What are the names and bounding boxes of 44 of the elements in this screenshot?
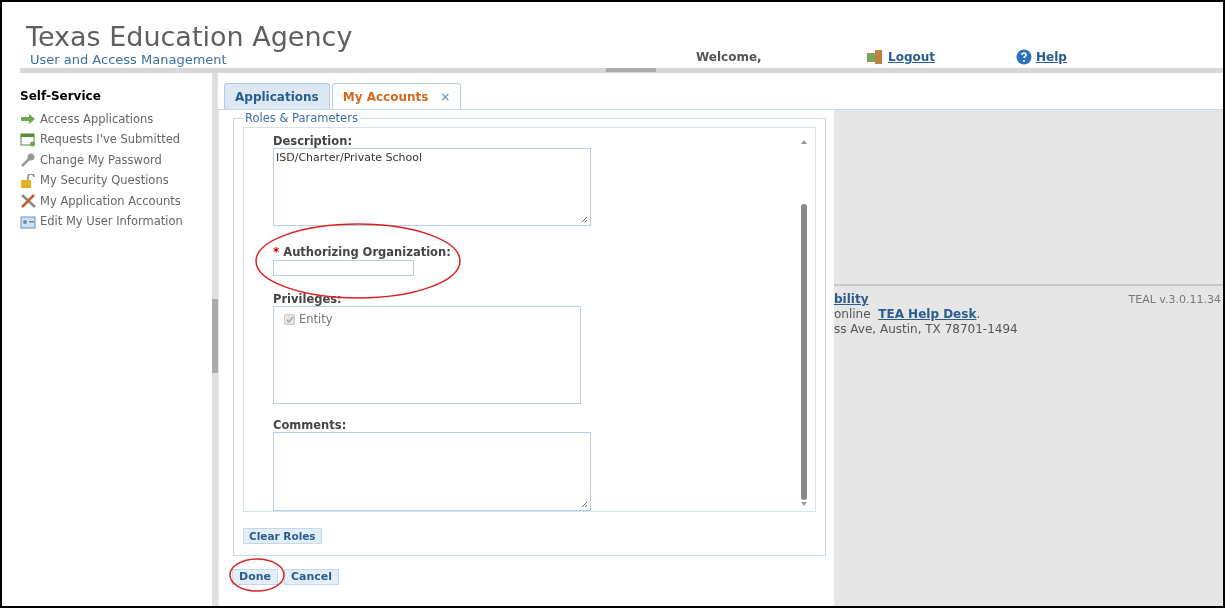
sidebar-link[interactable]: My Application Accounts	[20, 191, 212, 212]
arrow-icon	[20, 113, 36, 126]
app-subtitle: User and Access Management	[29, 52, 228, 68]
field-label: Description:	[273, 134, 353, 149]
panel-legend: Roles & Parameters	[243, 110, 360, 128]
checkbox-label: Entity	[299, 311, 333, 329]
highlight-ellipse	[228, 557, 286, 593]
tab[interactable]: My Accounts ×	[331, 83, 462, 109]
comments-field[interactable]	[273, 432, 591, 512]
clear-roles-button[interactable]: Clear Roles	[243, 528, 322, 545]
calendar-icon	[20, 132, 36, 147]
sidebar-link[interactable]: Access Applications	[20, 109, 212, 130]
id-card-icon	[20, 214, 36, 229]
logout-link[interactable]: Logout	[866, 48, 1016, 68]
app-title: Texas Education Agency	[26, 22, 354, 52]
welcome-text: Welcome,	[696, 49, 763, 66]
address-text: ss Ave, Austin, TX 78701-1494	[834, 322, 1018, 337]
field-label: Comments:	[273, 418, 348, 433]
sidebar-link[interactable]: My Security Questions	[20, 170, 212, 191]
footer-text: .	[976, 307, 981, 322]
door-icon	[866, 49, 884, 65]
required-mark: *	[273, 245, 280, 260]
authorizing-organization-field[interactable]	[273, 260, 414, 277]
done-button[interactable]: Done	[232, 569, 278, 585]
field-label: Authorizing Organization:	[283, 245, 451, 260]
resize-grip-icon	[581, 216, 588, 224]
lock-icon	[20, 173, 36, 188]
footer-link[interactable]: bility	[834, 292, 869, 307]
sidebar-link[interactable]: Change My Password	[20, 150, 212, 171]
version-text: TEAL v.3.0.11.34	[1128, 292, 1221, 308]
check-icon	[285, 315, 294, 324]
field-label: Privileges:	[273, 292, 343, 307]
sidebar-link[interactable]: Requests I've Submitted	[20, 129, 212, 150]
help-link[interactable]: Help	[1016, 48, 1166, 68]
sidebar-heading: Self-Service	[20, 88, 102, 105]
footer-text: online	[834, 307, 872, 322]
cancel-button[interactable]: Cancel	[284, 569, 340, 585]
sidebar-link[interactable]: Edit My User Information	[20, 211, 212, 232]
tab[interactable]: Applications	[224, 83, 330, 109]
description-field[interactable]: ISD/Charter/Private School	[273, 148, 591, 227]
key-icon	[20, 153, 36, 168]
help-icon	[1016, 49, 1032, 65]
resize-grip-icon	[581, 501, 588, 509]
tools-icon	[20, 194, 36, 209]
